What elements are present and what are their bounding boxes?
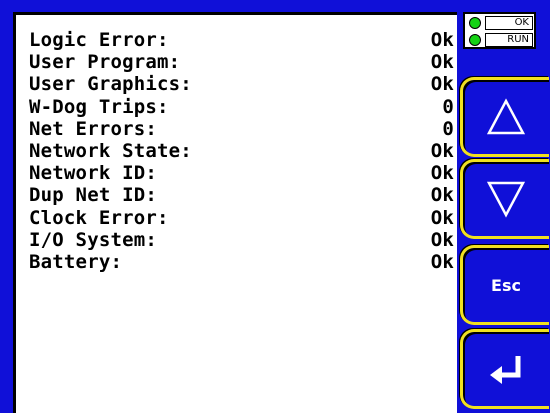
status-row-net-errors: Net Errors: 0 (29, 118, 454, 140)
status-row-network-id: Network ID: Ok (29, 162, 454, 184)
status-row-dup-net-id: Dup Net ID: Ok (29, 184, 454, 206)
status-row-wdog-trips: W-Dog Trips: 0 (29, 96, 454, 118)
ok-indicator: OK (465, 15, 534, 31)
status-label: W-Dog Trips: (29, 95, 169, 118)
status-list: Logic Error: Ok User Program: Ok User Gr… (29, 29, 454, 273)
function-key-column: OK RUN Esc (457, 0, 550, 413)
status-value: Ok (430, 184, 454, 207)
status-label: Logic Error: (29, 29, 169, 52)
status-row-user-program: User Program: Ok (29, 51, 454, 73)
ok-label: OK (485, 16, 533, 30)
status-label: Net Errors: (29, 117, 158, 140)
status-label: Network State: (29, 140, 192, 163)
status-label: Network ID: (29, 162, 158, 185)
status-value: 0 (442, 117, 454, 140)
status-indicators: OK RUN (463, 12, 536, 49)
status-label: Dup Net ID: (29, 184, 158, 207)
status-value: Ok (430, 206, 454, 229)
enter-arrow-icon (490, 356, 521, 384)
enter-button[interactable] (460, 329, 549, 409)
status-row-battery: Battery: Ok (29, 251, 454, 273)
system-status-panel: Logic Error: Ok User Program: Ok User Gr… (13, 12, 457, 413)
ok-led-icon (469, 17, 481, 29)
status-value: Ok (430, 73, 454, 96)
status-row-user-graphics: User Graphics: Ok (29, 73, 454, 95)
hmi-screen: Logic Error: Ok User Program: Ok User Gr… (0, 0, 550, 413)
status-label: User Graphics: (29, 73, 192, 96)
run-label: RUN (485, 33, 533, 47)
status-row-logic-error: Logic Error: Ok (29, 29, 454, 51)
status-value: Ok (430, 51, 454, 74)
status-value: Ok (430, 250, 454, 273)
status-row-io-system: I/O System: Ok (29, 229, 454, 251)
down-button[interactable] (460, 159, 549, 239)
status-label: User Program: (29, 51, 181, 74)
up-triangle-icon (486, 98, 526, 135)
down-triangle-icon (486, 181, 526, 218)
status-label: Clock Error: (29, 206, 169, 229)
status-value: Ok (430, 29, 454, 52)
status-label: I/O System: (29, 228, 158, 251)
status-value: Ok (430, 140, 454, 163)
esc-label: Esc (491, 275, 521, 295)
status-row-network-state: Network State: Ok (29, 140, 454, 162)
status-value: Ok (430, 162, 454, 185)
status-label: Battery: (29, 250, 123, 273)
esc-button[interactable]: Esc (460, 245, 549, 325)
status-row-clock-error: Clock Error: Ok (29, 207, 454, 229)
run-indicator: RUN (465, 32, 534, 48)
status-value: 0 (442, 95, 454, 118)
run-led-icon (469, 34, 481, 46)
status-value: Ok (430, 228, 454, 251)
up-button[interactable] (460, 77, 549, 157)
